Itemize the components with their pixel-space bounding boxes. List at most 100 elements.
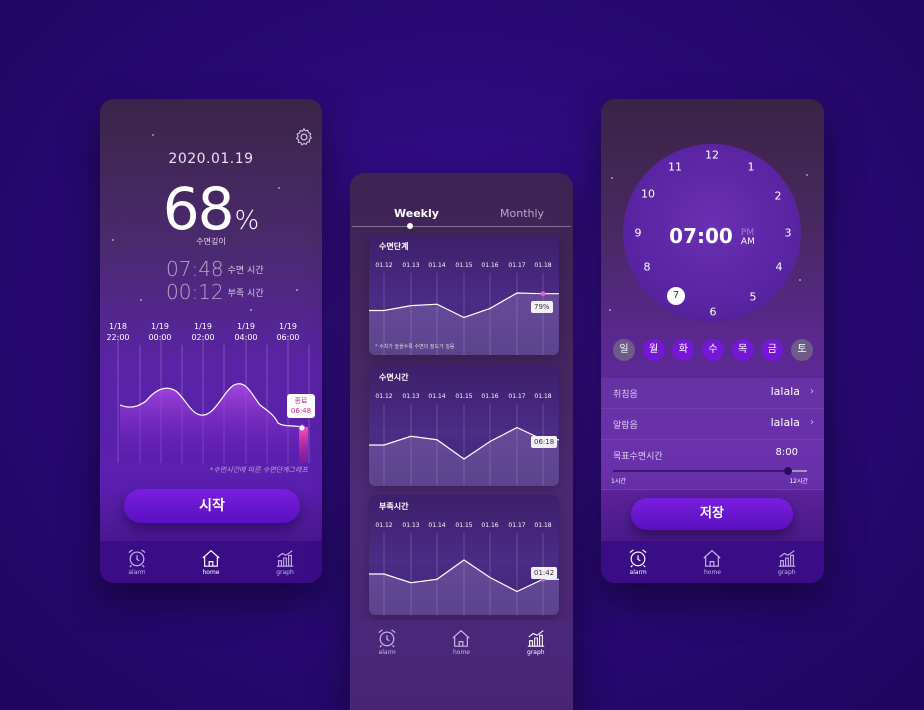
clock-number[interactable]: 1: [742, 161, 760, 174]
tab-weekly[interactable]: Weekly: [394, 207, 439, 220]
date-label: 01.16: [481, 522, 499, 529]
clock-number[interactable]: 5: [744, 291, 762, 304]
tab-graph[interactable]: graph: [757, 548, 817, 576]
sleep-stage-card[interactable]: 수면단계 01.12 01.13 01.14 01.15 01.16 01.17…: [369, 235, 559, 355]
card-value-tag: 79%: [531, 301, 553, 313]
card-title: 수면시간: [379, 373, 409, 382]
clock-number[interactable]: 6: [704, 306, 722, 319]
tab-bar: alarm home graph: [100, 541, 322, 583]
clock-number[interactable]: 11: [666, 161, 684, 174]
alarm-time-value: 07:00: [669, 224, 733, 248]
home-screen: 2020.01.19 68% 수면깊이 07:48 수면 시간 00:12 부족 시…: [100, 99, 322, 583]
am-option[interactable]: AM: [741, 238, 755, 247]
home-icon: [452, 629, 471, 647]
date-label: 01.12: [375, 262, 393, 269]
tab-graph[interactable]: graph: [255, 548, 315, 576]
date-label: 01.13: [402, 393, 420, 400]
clock-number[interactable]: 10: [639, 188, 657, 201]
chart-note: *수면시간에 따른 수면단계그래프: [209, 466, 308, 474]
selected-hour[interactable]: 7: [667, 287, 685, 305]
day-sun[interactable]: 일: [613, 339, 635, 361]
day-wed[interactable]: 수: [701, 339, 724, 361]
goal-slider-fill: [613, 470, 788, 472]
tab-alarm[interactable]: alarm: [107, 548, 167, 576]
card-value-tag: 06:18: [531, 436, 558, 448]
segment-indicator: [407, 223, 413, 229]
tab-bar: alarm home graph: [601, 541, 824, 583]
end-tag-time: 06:48: [290, 407, 312, 415]
date-label: 01.17: [508, 522, 526, 529]
card-dates: 01.12 01.13 01.14 01.15 01.16 01.17 01.1…: [369, 393, 559, 403]
short-time-value: 00:12: [166, 280, 224, 304]
day-mon[interactable]: 월: [642, 339, 665, 361]
tab-home[interactable]: home: [682, 548, 742, 576]
tab-label: alarm: [128, 569, 146, 576]
day-fri[interactable]: 금: [761, 339, 784, 361]
sleep-date: 2020.01.19: [168, 151, 254, 167]
tab-monthly[interactable]: Monthly: [500, 207, 544, 220]
card-dates: 01.12 01.13 01.14 01.15 01.16 01.17 01.1…: [369, 522, 559, 532]
clock-dial[interactable]: 12 1 2 3 4 5 6 7 8 9 10 11 07:00 PM AM: [623, 144, 801, 322]
star: [140, 299, 142, 301]
ampm-toggle[interactable]: PM AM: [741, 229, 755, 247]
date-label: 01.16: [481, 393, 499, 400]
alarm-sound-label: 알람음: [613, 421, 638, 431]
goal-slider-track[interactable]: [613, 467, 807, 475]
bedtime-sound-value: lalala: [770, 385, 800, 398]
alarm-clock-icon: [629, 549, 647, 568]
alarm-screen: 12 1 2 3 4 5 6 7 8 9 10 11 07:00 PM AM 일…: [601, 99, 824, 583]
day-thu[interactable]: 목: [731, 339, 754, 361]
card-title: 부족시간: [379, 502, 409, 511]
chevron-right-icon: ›: [810, 386, 814, 397]
clock-number[interactable]: 2: [769, 190, 787, 203]
end-marker-bar: [299, 427, 308, 463]
tab-home[interactable]: home: [181, 548, 241, 576]
graph-screen: Weekly Monthly 수면단계 01.12 01.13 01.14 01…: [350, 173, 573, 710]
end-marker-dot: [298, 424, 306, 432]
bedtime-sound-row[interactable]: 취침음 lalala ›: [601, 378, 824, 409]
gear-icon[interactable]: [294, 127, 314, 147]
day-tue[interactable]: 화: [672, 339, 695, 361]
date-label: 01.18: [534, 262, 552, 269]
save-button[interactable]: 저장: [631, 498, 793, 530]
tab-alarm[interactable]: alarm: [357, 628, 417, 656]
percent-value: 68: [162, 175, 235, 243]
clock-number[interactable]: 4: [770, 261, 788, 274]
date-label: 01.15: [455, 262, 473, 269]
clock-number[interactable]: 12: [703, 149, 721, 162]
date-label: 01.18: [534, 522, 552, 529]
end-tag: 종료 06:48: [287, 394, 315, 418]
card-value-tag: 01:42: [531, 567, 558, 579]
card-note: * 수치가 높을수록 수면의 질도가 깊음: [375, 344, 455, 350]
alarm-time: 07:00 PM AM: [623, 224, 801, 248]
alarm-clock-icon: [378, 628, 396, 648]
star: [296, 289, 298, 291]
star: [799, 279, 801, 281]
start-button[interactable]: 시작: [124, 489, 300, 523]
date-label: 01.12: [375, 522, 393, 529]
alarm-sound-row[interactable]: 알람음 lalala ›: [601, 409, 824, 440]
tab-label: home: [202, 569, 220, 576]
tab-bar: alarm home graph: [350, 620, 573, 663]
end-tag-label: 종료: [294, 397, 308, 405]
date-label: 01.12: [375, 393, 393, 400]
sleep-time-value: 07:48: [166, 257, 224, 281]
sleep-time-card[interactable]: 수면시간 01.12 01.13 01.14 01.15 01.16 01.17…: [369, 366, 559, 486]
segment-underline: [352, 226, 571, 227]
goal-sleep-row: 목표수면시간 8:00 1시간 12시간: [601, 440, 824, 490]
tab-label: home: [452, 648, 470, 656]
clock-number[interactable]: 8: [638, 261, 656, 274]
home-icon: [703, 549, 722, 567]
alarm-sound-value: lalala: [770, 416, 800, 429]
short-time-row: 00:12 부족 시간: [166, 280, 264, 304]
tab-graph[interactable]: graph: [506, 628, 566, 656]
sleep-time-row: 07:48 수면 시간: [166, 257, 264, 281]
bar-graph-icon: [527, 629, 544, 647]
short-time-card[interactable]: 부족시간 01.12 01.13 01.14 01.15 01.16 01.17…: [369, 495, 559, 615]
goal-sleep-value: 8:00: [775, 447, 798, 458]
day-sat[interactable]: 토: [790, 339, 813, 361]
chevron-right-icon: ›: [810, 417, 814, 428]
goal-slider-thumb[interactable]: [783, 467, 792, 475]
tab-home[interactable]: home: [431, 628, 491, 656]
tab-alarm[interactable]: alarm: [608, 548, 668, 576]
